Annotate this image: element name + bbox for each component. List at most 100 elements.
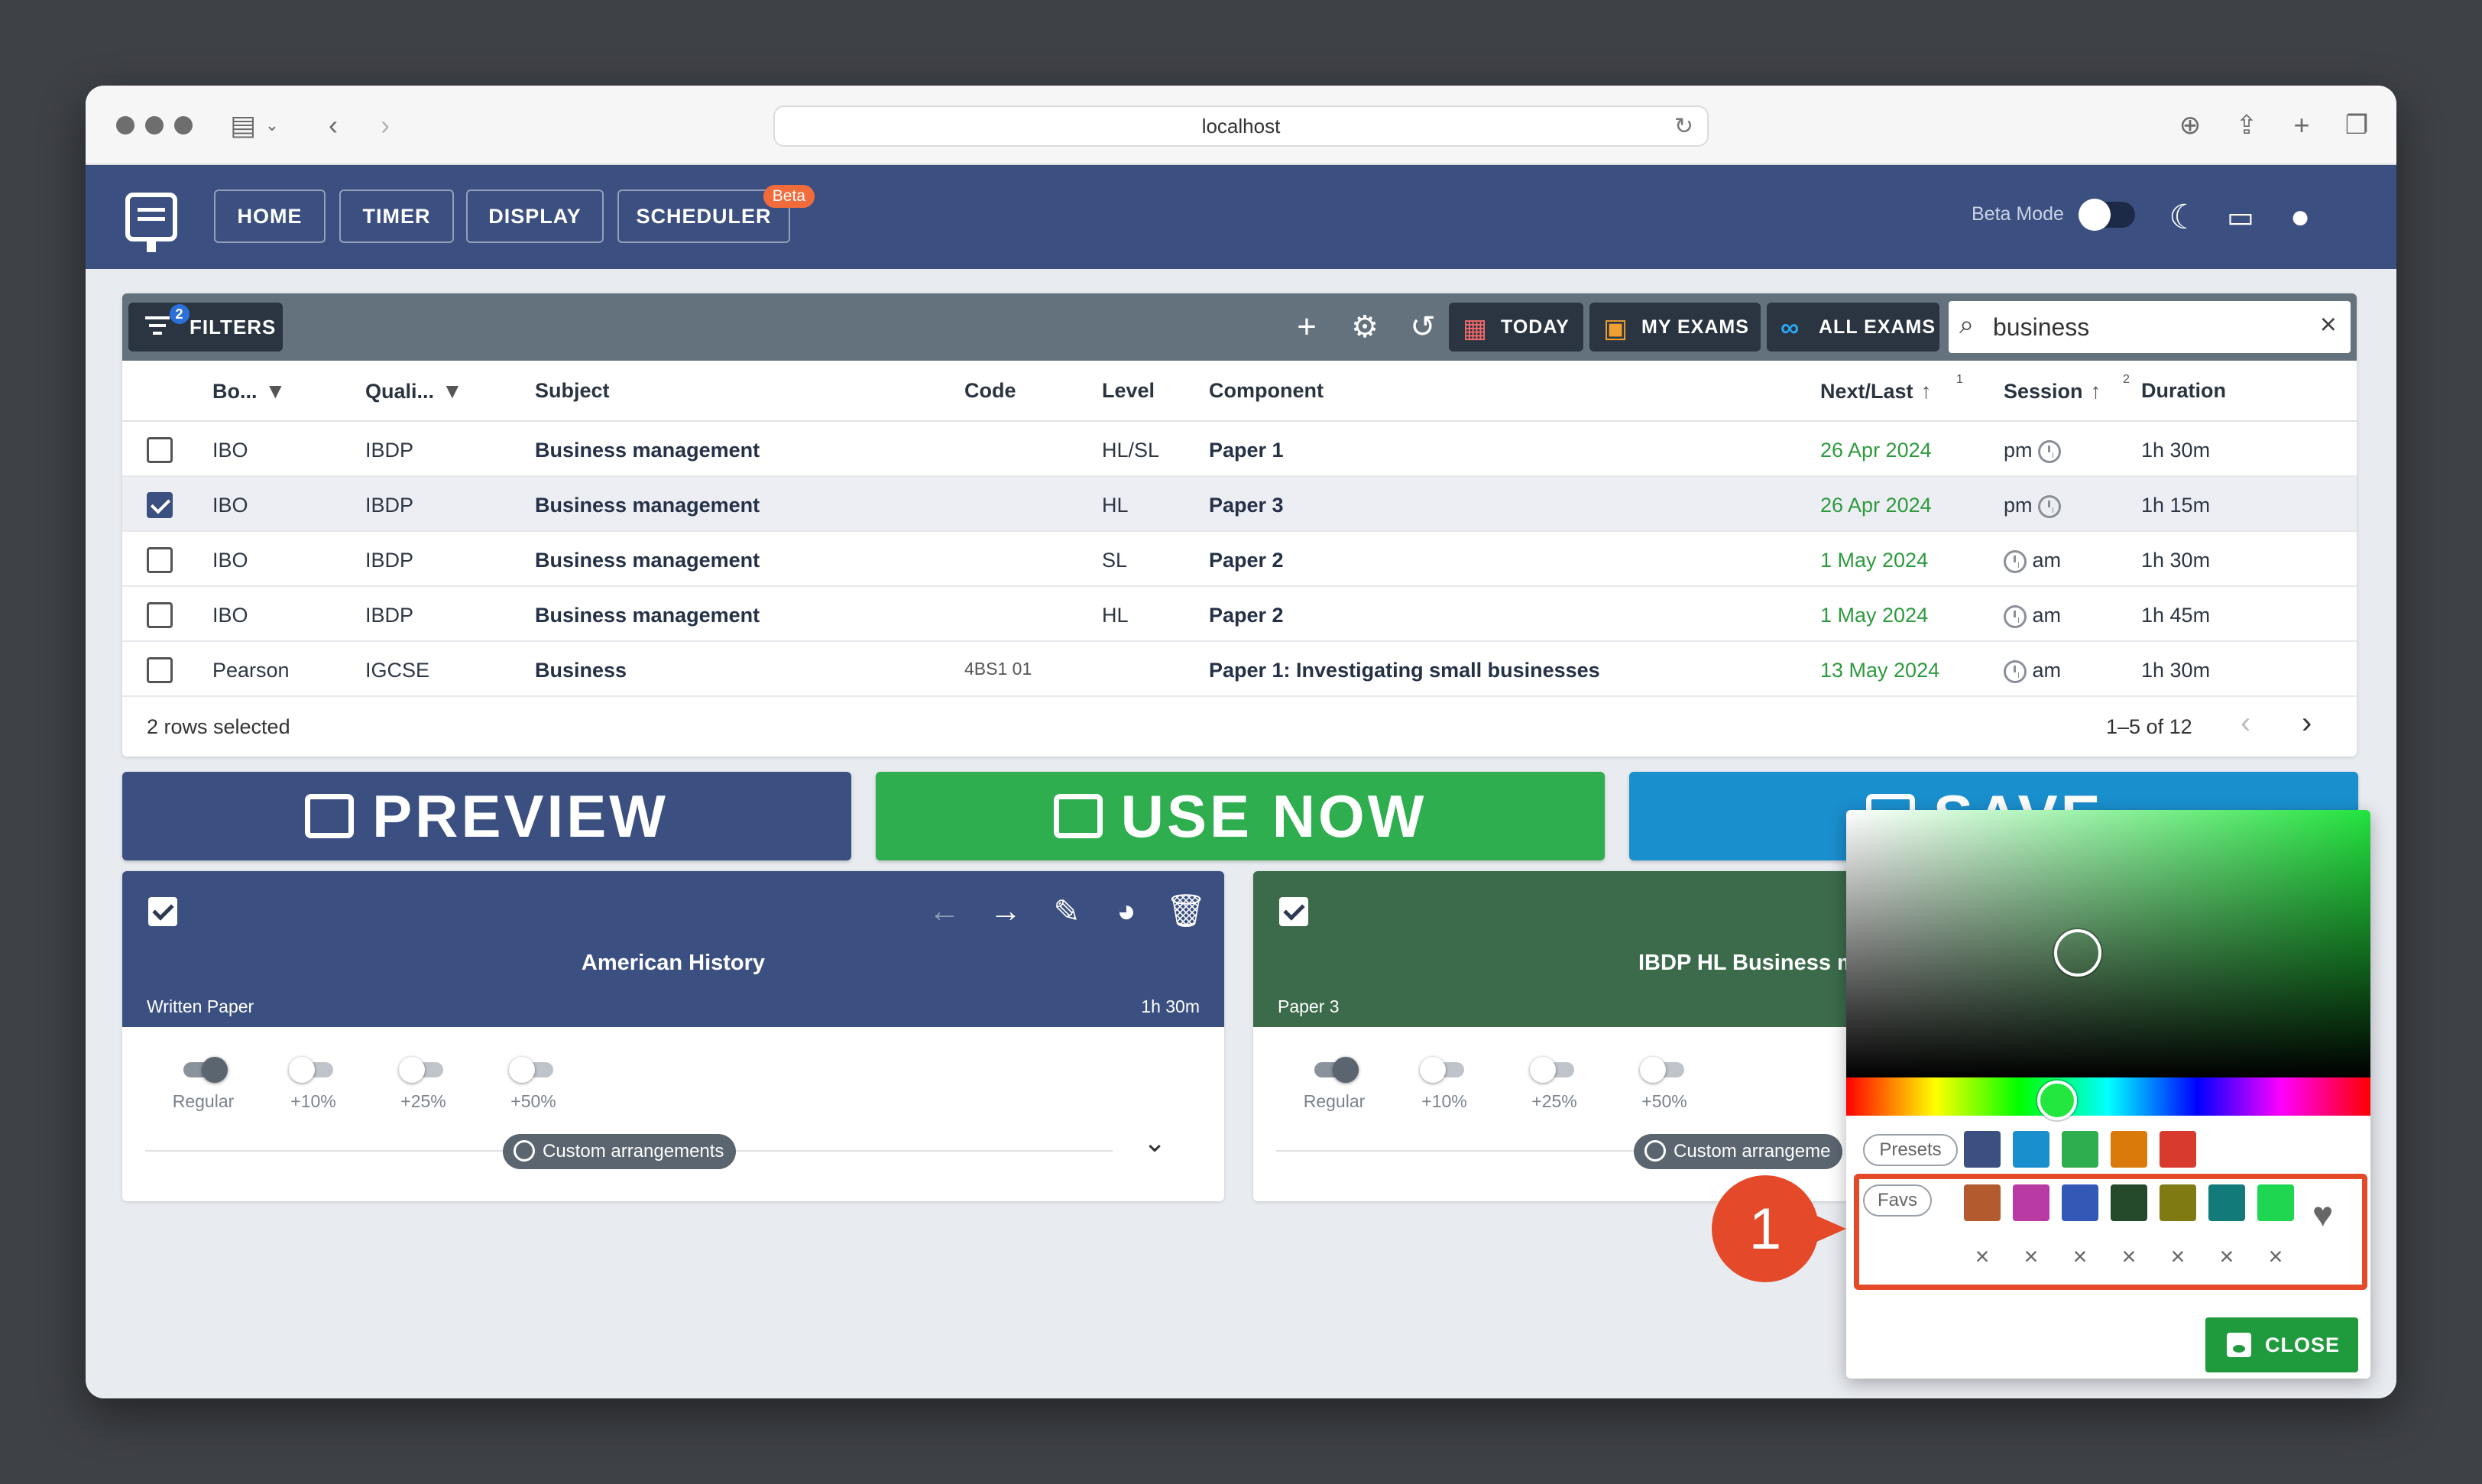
cell-subject: Business management xyxy=(535,439,760,462)
regular-toggle[interactable]: Regular xyxy=(1296,1057,1372,1112)
move-left-arrow-icon[interactable]: ← xyxy=(922,888,967,934)
tabs-overview-icon[interactable]: ❐ xyxy=(2338,107,2375,144)
custom-arrangements-label: Custom arrangeme xyxy=(1674,1141,1831,1162)
regular-toggle[interactable]: Regular xyxy=(165,1057,241,1112)
back-icon[interactable]: ‹ xyxy=(318,107,348,144)
cell-session: pm xyxy=(2004,439,2062,463)
plus-25-toggle[interactable]: +25% xyxy=(1516,1057,1593,1112)
col-qualification[interactable]: Quali... ▼ xyxy=(365,379,463,403)
cell-level: HL/SL xyxy=(1102,439,1160,462)
clock-icon xyxy=(2038,494,2062,518)
move-right-arrow-icon[interactable]: → xyxy=(983,888,1029,934)
sidebar-icon[interactable]: ▤ xyxy=(228,107,258,144)
palette-icon[interactable]: ◕ xyxy=(1103,888,1149,934)
col-level[interactable]: Level xyxy=(1102,379,1155,403)
chevron-down-icon[interactable]: ⌄ xyxy=(263,107,281,144)
plus-50-toggle[interactable]: +50% xyxy=(495,1057,572,1112)
cell-subject: Business management xyxy=(535,604,760,627)
plus-50-toggle[interactable]: +50% xyxy=(1626,1057,1703,1112)
plus-10-toggle[interactable]: +10% xyxy=(275,1057,352,1112)
reset-icon[interactable]: ↺ xyxy=(1400,304,1446,350)
beta-mode-toggle[interactable] xyxy=(2079,199,2135,231)
custom-arrangements-chip[interactable]: Custom arrangements xyxy=(503,1134,737,1169)
preset-swatch[interactable] xyxy=(1964,1131,2001,1168)
clear-search-icon[interactable]: × xyxy=(2320,309,2337,342)
filter-funnel-icon[interactable]: ▼ xyxy=(442,379,463,403)
sort-arrow-up-icon: ↑ xyxy=(1920,379,1932,403)
preview-button[interactable]: PREVIEW xyxy=(122,772,851,860)
col-component[interactable]: Component xyxy=(1209,379,1324,403)
preset-swatch[interactable] xyxy=(2160,1131,2196,1168)
row-checkbox[interactable] xyxy=(147,602,173,628)
table-row[interactable]: Pearson IGCSE Business 4BS1 01 Paper 1: … xyxy=(122,642,2357,697)
table-row[interactable]: IBO IBDP Business management HL Paper 2 … xyxy=(122,587,2357,642)
col-code[interactable]: Code xyxy=(964,379,1016,403)
close-window-light[interactable] xyxy=(116,116,134,134)
cell-subject: Business management xyxy=(535,549,760,572)
col-board[interactable]: Bo... ▼ xyxy=(212,379,286,403)
address-bar[interactable]: localhost ↻ xyxy=(773,105,1709,147)
nav-scheduler-button[interactable]: SCHEDULER Beta xyxy=(617,185,815,243)
filters-button[interactable]: 2 FILTERS xyxy=(128,303,283,352)
col-duration[interactable]: Duration xyxy=(2141,379,2226,403)
sort-arrow-up-icon: ↑ xyxy=(2090,379,2101,403)
nav-timer-button[interactable]: TIMER xyxy=(339,190,454,243)
preset-swatch[interactable] xyxy=(2111,1131,2147,1168)
search-input[interactable]: ⌕ business × xyxy=(1949,301,2351,353)
col-next-last[interactable]: Next/Last ↑ 1 xyxy=(1820,373,1963,403)
prev-page-icon[interactable]: ‹ xyxy=(2241,706,2250,740)
chevron-down-icon[interactable]: ⌄ xyxy=(1143,1126,1166,1158)
saturation-area[interactable] xyxy=(1846,810,2370,1077)
add-icon[interactable]: + xyxy=(1284,304,1330,350)
all-exams-button[interactable]: ∞ ALL EXAMS xyxy=(1767,303,1939,352)
filter-funnel-icon[interactable]: ▼ xyxy=(265,379,287,403)
hue-slider-handle[interactable] xyxy=(2037,1081,2077,1120)
hue-slider[interactable] xyxy=(1846,1077,2370,1116)
delete-trash-icon[interactable]: 🗑 xyxy=(1163,888,1209,934)
settings-gear-icon[interactable]: ⚙ xyxy=(1342,304,1388,350)
zoom-window-light[interactable] xyxy=(174,116,193,134)
next-page-icon[interactable]: › xyxy=(2302,706,2312,740)
close-picker-button[interactable]: CLOSE xyxy=(2205,1317,2358,1372)
table-row[interactable]: IBO IBDP Business management SL Paper 2 … xyxy=(122,532,2357,587)
row-checkbox[interactable] xyxy=(147,437,173,463)
minimize-window-light[interactable] xyxy=(145,116,164,134)
my-exams-button[interactable]: ▣ MY EXAMS xyxy=(1589,303,1761,352)
use-now-button[interactable]: USE NOW xyxy=(876,772,1605,860)
exam-card-duration: 1h 30m xyxy=(1141,996,1200,1016)
app-logo-icon[interactable] xyxy=(125,193,177,252)
edit-pencil-icon[interactable]: ✎ xyxy=(1044,888,1090,934)
saturation-cursor[interactable] xyxy=(2054,929,2101,977)
download-icon[interactable]: ⊕ xyxy=(2172,107,2208,144)
dark-mode-moon-icon[interactable]: ☾ xyxy=(2163,196,2205,238)
custom-arrangements-chip[interactable]: Custom arrangeme xyxy=(1634,1134,1843,1169)
display-screen-icon[interactable]: ▭ xyxy=(2219,196,2262,238)
table-row[interactable]: IBO IBDP Business management HL Paper 3 … xyxy=(122,477,2357,532)
plus-25-toggle[interactable]: +25% xyxy=(385,1057,462,1112)
exam-card-checkbox[interactable] xyxy=(148,897,177,926)
row-checkbox[interactable] xyxy=(147,657,173,683)
col-session[interactable]: Session ↑ 2 xyxy=(2004,373,2130,403)
share-icon[interactable]: ⇪ xyxy=(2228,107,2265,144)
today-button[interactable]: ▦ TODAY xyxy=(1449,303,1583,352)
my-exams-icon: ▣ xyxy=(1603,314,1629,343)
forward-icon[interactable]: › xyxy=(370,107,400,144)
account-icon[interactable]: ● xyxy=(2279,196,2322,238)
table-row[interactable]: IBO IBDP Business management HL/SL Paper… xyxy=(122,422,2357,477)
preset-swatch[interactable] xyxy=(2013,1131,2049,1168)
cell-level: HL xyxy=(1102,494,1129,517)
nav-home-button[interactable]: HOME xyxy=(214,190,326,243)
col-subject[interactable]: Subject xyxy=(535,379,610,403)
plus-10-toggle[interactable]: +10% xyxy=(1406,1057,1482,1112)
window-controls[interactable] xyxy=(116,116,193,134)
reload-icon[interactable]: ↻ xyxy=(1674,113,1693,140)
preset-swatch[interactable] xyxy=(2062,1131,2098,1168)
exam-card-checkbox[interactable] xyxy=(1279,897,1308,926)
new-tab-icon[interactable]: + xyxy=(2283,107,2320,144)
cell-qualification: IGCSE xyxy=(365,659,430,682)
nav-display-button[interactable]: DISPLAY xyxy=(466,190,604,243)
row-checkbox[interactable] xyxy=(147,492,173,518)
row-checkbox[interactable] xyxy=(147,547,173,573)
clock-icon xyxy=(2004,549,2027,573)
cell-duration: 1h 30m xyxy=(2141,659,2211,682)
